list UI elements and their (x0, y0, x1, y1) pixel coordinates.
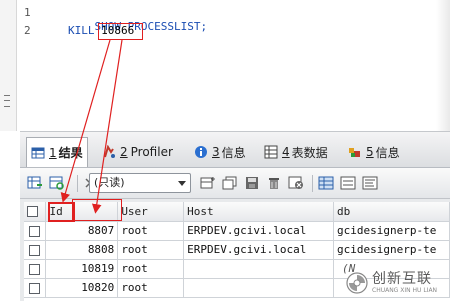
table-data-icon (264, 145, 278, 159)
cell-user[interactable]: root (117, 278, 185, 298)
cell-host[interactable] (183, 278, 335, 298)
tab-label: 结果 (58, 146, 83, 160)
cell-host[interactable] (183, 259, 335, 279)
tab-results[interactable]: 1 结果 (26, 137, 88, 167)
line-number: 1 (24, 6, 31, 19)
table-row[interactable]: 8808 root ERPDEV.gcivi.local gcidesigner… (24, 240, 450, 260)
watermark: 创新互联 CHUANG XIN HU LIAN (346, 266, 450, 300)
cell-host[interactable]: ERPDEV.gcivi.local (183, 221, 335, 241)
tab-label: 表数据 (291, 145, 328, 160)
annotation-box-id-header (48, 202, 75, 222)
checkbox-icon[interactable] (29, 244, 41, 256)
watermark-text: 创新互联 CHUANG XIN HU LIAN (372, 270, 438, 295)
insert-row-icon[interactable] (200, 176, 216, 190)
cell-host[interactable]: ERPDEV.gcivi.local (183, 240, 335, 260)
cell-id[interactable]: 10819 (45, 259, 119, 279)
cell-db[interactable]: gcidesignerp-te (333, 240, 450, 260)
cell-user[interactable]: root (117, 259, 185, 279)
tab-number: 1 (49, 145, 57, 160)
cancel-changes-icon[interactable] (288, 176, 304, 190)
refresh-grid-icon[interactable] (49, 176, 65, 190)
text-view-icon[interactable] (362, 176, 378, 190)
row-select[interactable] (24, 278, 47, 298)
cell-id[interactable]: 8808 (45, 240, 119, 260)
tab-profiler[interactable]: 2 Profiler (102, 139, 173, 165)
profiler-icon (102, 144, 116, 159)
editor-edge-shadow (436, 0, 450, 131)
column-header-user[interactable]: User (117, 202, 185, 222)
grid-view-icon[interactable] (318, 176, 334, 190)
save-icon[interactable] (244, 176, 260, 190)
watermark-sub: CHUANG XIN HU LIAN (372, 286, 438, 294)
cell-user[interactable]: root (117, 221, 185, 241)
code-keyword: KILL (68, 24, 102, 37)
tab-info[interactable]: 3 信息 (194, 139, 246, 165)
tab-label: 信息 (221, 145, 246, 160)
info-icon (194, 145, 208, 159)
line-number: 2 (24, 24, 31, 37)
tab-label: Profiler (130, 145, 173, 159)
export-grid-icon[interactable] (27, 176, 43, 190)
sql-editor[interactable]: 1 SHOW PROCESSLIST; 2 KILL 10866 (0, 0, 450, 131)
grid-mode-value: (只读) (94, 176, 125, 189)
tab-table-data[interactable]: 4 表数据 (264, 139, 328, 165)
column-header-db[interactable]: db (333, 202, 450, 222)
info-colored-icon (348, 145, 362, 159)
checkbox-icon[interactable] (29, 225, 41, 237)
results-toolbar: (只读) (20, 168, 450, 199)
vertical-splitter[interactable] (0, 0, 14, 300)
tab-number: 2 (120, 145, 128, 159)
tab-number: 4 (282, 145, 290, 159)
toolbar-divider (77, 175, 78, 192)
row-select[interactable] (24, 221, 47, 241)
row-select[interactable] (24, 259, 47, 279)
grid-mode-select[interactable]: (只读) (89, 173, 191, 193)
toolbar-divider (312, 175, 313, 192)
checkbox-icon[interactable] (27, 206, 38, 218)
delete-icon[interactable] (266, 176, 282, 190)
annotation-box-kill-id (98, 23, 143, 40)
tab-label: 信息 (375, 145, 400, 160)
cell-id[interactable]: 8807 (45, 221, 119, 241)
tab-info-2[interactable]: 5 信息 (348, 139, 400, 165)
duplicate-row-icon[interactable] (222, 176, 238, 190)
checkbox-icon[interactable] (29, 263, 41, 275)
tab-number: 3 (212, 145, 220, 159)
checkbox-icon[interactable] (29, 282, 41, 294)
select-all-header[interactable] (24, 202, 47, 222)
tab-number: 5 (366, 145, 374, 159)
chevron-down-icon (178, 181, 186, 186)
cell-db[interactable]: gcidesignerp-te (333, 221, 450, 241)
annotation-box-id-cell (72, 199, 122, 221)
cell-user[interactable]: root (117, 240, 185, 260)
cell-id[interactable]: 10820 (45, 278, 119, 298)
table-row[interactable]: 8807 root ERPDEV.gcivi.local gcidesigner… (24, 221, 450, 241)
results-tab-bar: 1 结果 2 Profiler 3 信息 4 表数据 5 信息 (20, 132, 450, 168)
grid-icon (31, 146, 45, 160)
form-view-icon[interactable] (340, 176, 356, 190)
row-select[interactable] (24, 240, 47, 260)
column-header-host[interactable]: Host (183, 202, 335, 222)
watermark-main: 创新互联 (372, 270, 432, 287)
brand-logo-icon (346, 272, 368, 294)
splitter-grip-icon[interactable] (4, 95, 10, 107)
